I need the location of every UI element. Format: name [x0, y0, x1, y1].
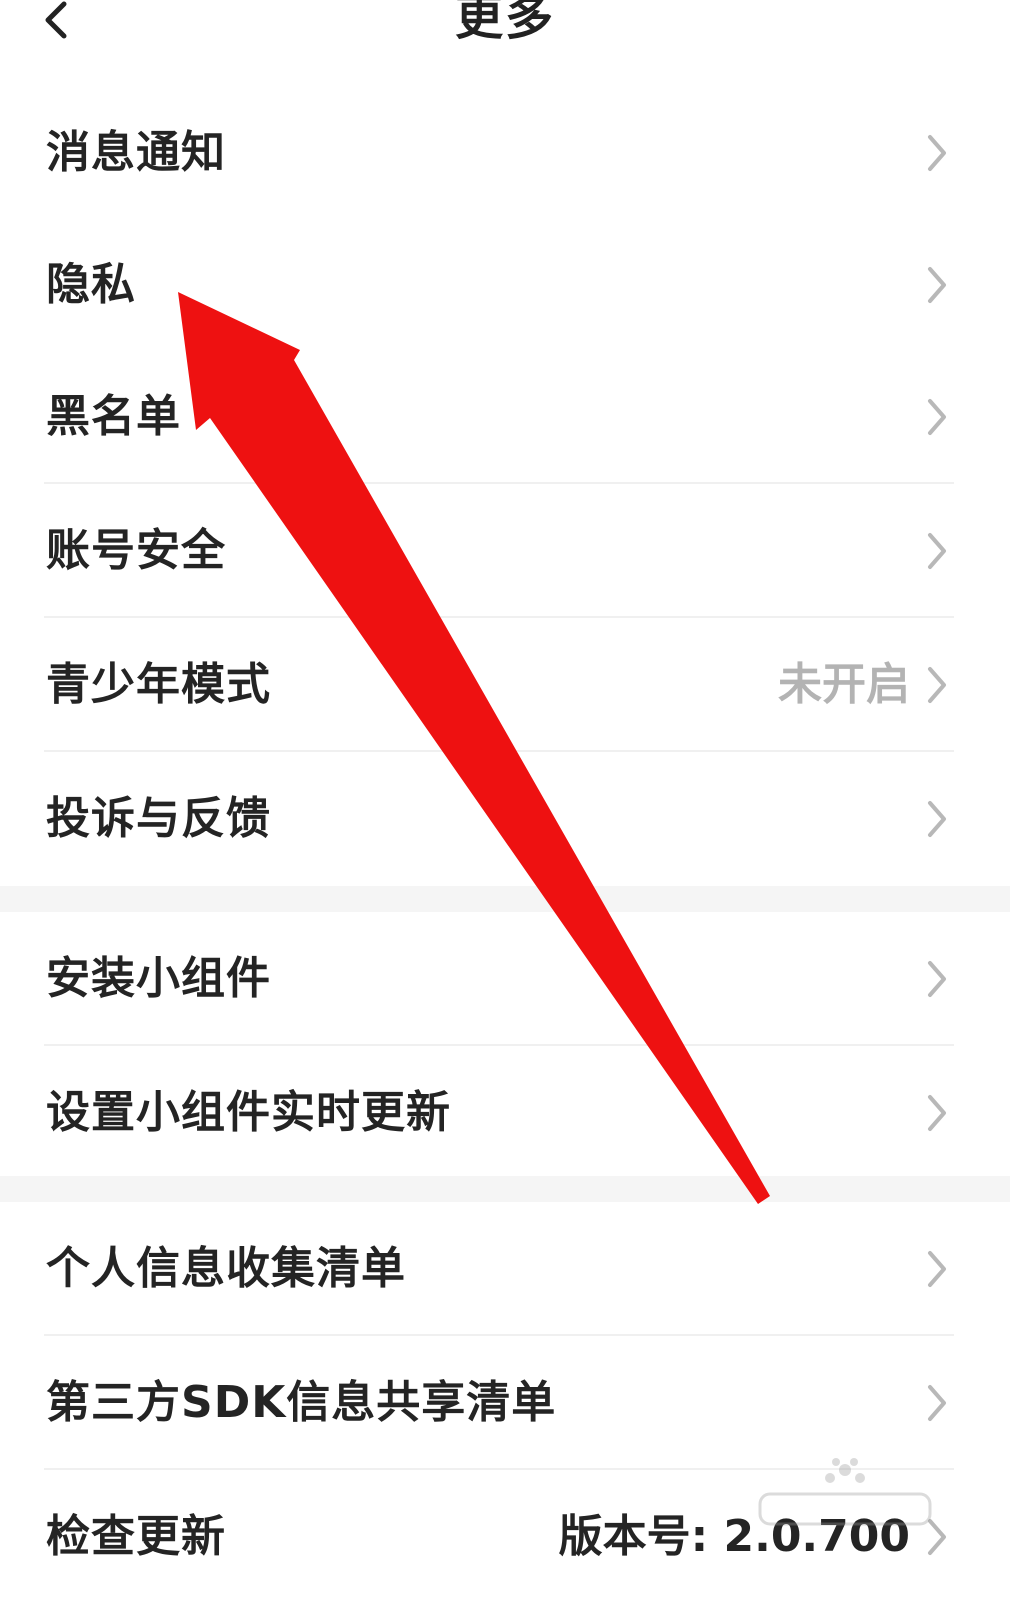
menu-item-label: 设置小组件实时更新 — [46, 1087, 451, 1138]
menu-item-label: 检查更新 — [46, 1511, 226, 1562]
chevron-right-icon — [928, 1095, 946, 1131]
menu-item-account-security[interactable]: 账号安全 — [0, 484, 1010, 618]
menu-item-message-notification[interactable]: 消息通知 — [0, 86, 1010, 220]
menu-item-personal-info-list[interactable]: 个人信息收集清单 — [0, 1202, 1010, 1336]
menu-item-blacklist[interactable]: 黑名单 — [0, 350, 1010, 484]
menu-item-label: 隐私 — [46, 259, 136, 310]
section-gap — [0, 886, 1010, 912]
chevron-right-icon — [928, 801, 946, 837]
chevron-right-icon — [928, 667, 946, 703]
menu-item-label: 个人信息收集清单 — [46, 1243, 406, 1294]
menu-item-third-party-sdk-list[interactable]: 第三方SDK信息共享清单 — [0, 1336, 1010, 1470]
chevron-right-icon — [928, 533, 946, 569]
top-bar: 更多 — [0, 0, 1010, 70]
menu-item-label: 青少年模式 — [46, 659, 271, 710]
watermark-logo — [758, 1458, 932, 1526]
chevron-right-icon — [928, 1251, 946, 1287]
menu-item-complaint-feedback[interactable]: 投诉与反馈 — [0, 752, 1010, 886]
menu-item-widget-realtime-update[interactable]: 设置小组件实时更新 — [0, 1046, 1010, 1180]
chevron-right-icon — [928, 399, 946, 435]
chevron-right-icon — [928, 267, 946, 303]
chevron-right-icon — [928, 961, 946, 997]
menu-item-label: 投诉与反馈 — [46, 793, 271, 844]
menu-item-label: 黑名单 — [46, 391, 181, 442]
chevron-right-icon — [928, 135, 946, 171]
menu-item-label: 第三方SDK信息共享清单 — [46, 1377, 557, 1428]
menu-item-install-widget[interactable]: 安装小组件 — [0, 912, 1010, 1046]
page-title: 更多 — [454, 0, 555, 46]
menu-item-privacy[interactable]: 隐私 — [0, 218, 1010, 352]
menu-item-label: 消息通知 — [46, 127, 226, 178]
section-gap — [0, 1176, 1010, 1202]
menu-item-teen-mode[interactable]: 青少年模式 未开启 — [0, 618, 1010, 752]
menu-item-label: 安装小组件 — [46, 953, 271, 1004]
chevron-right-icon — [928, 1385, 946, 1421]
menu-item-label: 账号安全 — [46, 525, 226, 576]
teen-mode-status: 未开启 — [778, 659, 910, 710]
